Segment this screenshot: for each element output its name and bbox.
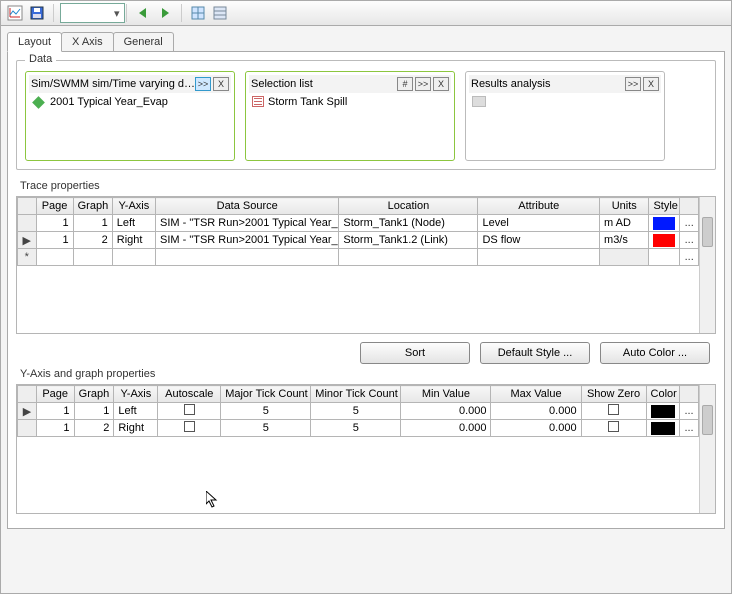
prev-icon[interactable] bbox=[133, 3, 153, 23]
res-panel-arrow[interactable]: >> bbox=[625, 77, 641, 91]
color-swatch[interactable] bbox=[653, 234, 675, 247]
data-legend: Data bbox=[25, 53, 56, 65]
sel-panel-close[interactable]: X bbox=[433, 77, 449, 91]
color-dots[interactable]: ... bbox=[680, 403, 699, 420]
table-row[interactable]: ▶12RightSIM - "TSR Run>2001 Typical Year… bbox=[18, 232, 699, 249]
sel-panel-title: Selection list bbox=[251, 78, 397, 90]
autoscale-checkbox[interactable] bbox=[184, 404, 195, 415]
next-icon[interactable] bbox=[155, 3, 175, 23]
graph-icon[interactable] bbox=[5, 3, 25, 23]
trace-label: Trace properties bbox=[20, 180, 716, 192]
tab-general[interactable]: General bbox=[113, 32, 174, 51]
res-panel-close[interactable]: X bbox=[643, 77, 659, 91]
autoscale-checkbox[interactable] bbox=[184, 421, 195, 432]
save-icon[interactable] bbox=[27, 3, 47, 23]
res-panel-title: Results analysis bbox=[471, 78, 625, 90]
trace-grid[interactable]: Page Graph Y-Axis Data Source Location A… bbox=[17, 197, 699, 266]
sel-panel-hash[interactable]: # bbox=[397, 77, 413, 91]
empty-chip-icon bbox=[472, 96, 486, 107]
auto-color-button[interactable]: Auto Color ... bbox=[600, 342, 710, 364]
color-dots[interactable]: ... bbox=[680, 420, 699, 437]
showzero-checkbox[interactable] bbox=[608, 404, 619, 415]
app-window: ▾ Layout X Axis General Data Sim/SWMM si… bbox=[0, 0, 732, 594]
th-source[interactable]: Data Source bbox=[156, 198, 339, 215]
color-swatch[interactable] bbox=[653, 217, 675, 230]
yth-major[interactable]: Major Tick Count bbox=[221, 386, 311, 403]
th-location[interactable]: Location bbox=[339, 198, 478, 215]
default-style-button[interactable]: Default Style ... bbox=[480, 342, 590, 364]
new-row[interactable]: *... bbox=[18, 249, 699, 266]
yth-graph[interactable]: Graph bbox=[74, 386, 114, 403]
table-row[interactable]: ▶11Left550.0000.000... bbox=[18, 403, 699, 420]
sim-panel-arrow[interactable]: >> bbox=[195, 77, 211, 91]
sim-panel-item[interactable]: 2001 Typical Year_Evap bbox=[50, 96, 168, 108]
tab-xaxis[interactable]: X Axis bbox=[61, 32, 114, 51]
yaxis-scrollbar[interactable] bbox=[699, 385, 715, 513]
table-row[interactable]: 12Right550.0000.000... bbox=[18, 420, 699, 437]
trace-grid-wrap: Page Graph Y-Axis Data Source Location A… bbox=[16, 196, 716, 334]
tabstrip: Layout X Axis General bbox=[7, 32, 731, 51]
th-attribute[interactable]: Attribute bbox=[478, 198, 600, 215]
yaxis-grid[interactable]: Page Graph Y-Axis Autoscale Major Tick C… bbox=[17, 385, 699, 437]
trace-scrollbar[interactable] bbox=[699, 197, 715, 333]
sim-data-panel[interactable]: Sim/SWMM sim/Time varying data >> X 2001… bbox=[25, 71, 235, 161]
results-panel[interactable]: Results analysis >> X bbox=[465, 71, 665, 161]
sort-button[interactable]: Sort bbox=[360, 342, 470, 364]
showzero-checkbox[interactable] bbox=[608, 421, 619, 432]
th-graph[interactable]: Graph bbox=[73, 198, 112, 215]
yth-max[interactable]: Max Value bbox=[491, 386, 581, 403]
style-dots[interactable]: ... bbox=[680, 232, 699, 249]
yth-autoscale[interactable]: Autoscale bbox=[158, 386, 221, 403]
yth-min[interactable]: Min Value bbox=[401, 386, 491, 403]
grid-icon[interactable] bbox=[188, 3, 208, 23]
yth-zero[interactable]: Show Zero bbox=[581, 386, 646, 403]
th-style[interactable]: Style bbox=[649, 198, 680, 215]
yth-color[interactable]: Color bbox=[646, 386, 680, 403]
selection-panel[interactable]: Selection list # >> X Storm Tank Spill bbox=[245, 71, 455, 161]
sim-panel-close[interactable]: X bbox=[213, 77, 229, 91]
color-swatch[interactable] bbox=[651, 405, 676, 418]
color-swatch[interactable] bbox=[651, 422, 676, 435]
style-dots[interactable]: ... bbox=[680, 249, 699, 266]
yth-yaxis[interactable]: Y-Axis bbox=[114, 386, 158, 403]
style-dots[interactable]: ... bbox=[680, 215, 699, 232]
sel-panel-item[interactable]: Storm Tank Spill bbox=[268, 96, 347, 108]
tab-content: Data Sim/SWMM sim/Time varying data >> X… bbox=[7, 51, 725, 529]
yth-page[interactable]: Page bbox=[36, 386, 74, 403]
list-icon[interactable] bbox=[210, 3, 230, 23]
sim-panel-title: Sim/SWMM sim/Time varying data bbox=[31, 78, 195, 90]
th-page[interactable]: Page bbox=[36, 198, 73, 215]
th-yaxis[interactable]: Y-Axis bbox=[112, 198, 155, 215]
yth-minor[interactable]: Minor Tick Count bbox=[311, 386, 401, 403]
diamond-icon bbox=[32, 96, 45, 109]
table-row[interactable]: 11LeftSIM - "TSR Run>2001 Typical Year_E… bbox=[18, 215, 699, 232]
list-item-icon bbox=[252, 96, 264, 107]
data-fieldset: Data Sim/SWMM sim/Time varying data >> X… bbox=[16, 60, 716, 170]
yaxis-label: Y-Axis and graph properties bbox=[20, 368, 716, 380]
th-units[interactable]: Units bbox=[600, 198, 649, 215]
tab-layout[interactable]: Layout bbox=[7, 32, 62, 52]
yaxis-grid-wrap: Page Graph Y-Axis Autoscale Major Tick C… bbox=[16, 384, 716, 514]
toolbar: ▾ bbox=[1, 1, 731, 26]
sel-panel-arrow[interactable]: >> bbox=[415, 77, 431, 91]
